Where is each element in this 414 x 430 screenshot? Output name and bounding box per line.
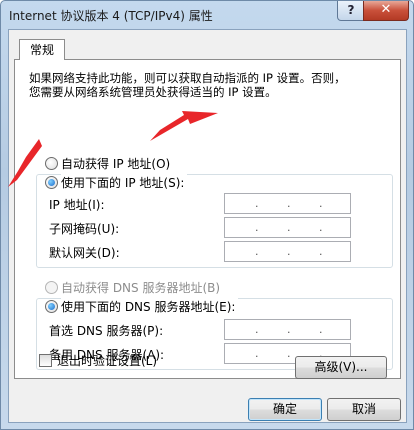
ip-auto-label[interactable]: 自动获得 IP 地址(O) — [61, 155, 170, 172]
advanced-button[interactable]: 高级(V)... — [295, 356, 387, 379]
dns-manual-radio[interactable] — [45, 300, 58, 313]
dns-auto-label[interactable]: 自动获得 DNS 服务器地址(B) — [61, 279, 220, 296]
description: 如果网络支持此功能，则可以获取自动指派的 IP 设置。否则， 您需要从网络系统管… — [29, 71, 346, 99]
subnet-mask-label: 子网掩码(U): — [49, 222, 120, 236]
ip-address-label: IP 地址(I): — [49, 198, 105, 212]
close-button[interactable]: ✕ — [363, 1, 409, 21]
dns-auto-radio[interactable] — [45, 281, 58, 294]
title-bar[interactable]: Internet 协议版本 4 (TCP/IPv4) 属性 ? ✕ — [1, 1, 413, 29]
preferred-dns-input[interactable]: ... — [224, 319, 351, 340]
tab-panel-general: 如果网络支持此功能，则可以获取自动指派的 IP 设置。否则， 您需要从网络系统管… — [14, 59, 401, 379]
validate-on-exit-label[interactable]: 退出时验证设置(L) — [57, 352, 157, 369]
window-title: Internet 协议版本 4 (TCP/IPv4) 属性 — [9, 9, 213, 23]
ip-manual-label[interactable]: 使用下面的 IP 地址(S): — [61, 174, 188, 191]
validate-on-exit-checkbox[interactable] — [39, 354, 52, 367]
description-line-2: 您需要从网络系统管理员处获得适当的 IP 设置。 — [29, 85, 277, 99]
default-gateway-label: 默认网关(D): — [49, 246, 120, 260]
dialog-window: Internet 协议版本 4 (TCP/IPv4) 属性 ? ✕ 常规 如果网… — [0, 0, 414, 430]
tab-general[interactable]: 常规 — [19, 39, 65, 60]
preferred-dns-label: 首选 DNS 服务器(P): — [49, 324, 164, 338]
ok-button[interactable]: 确定 — [248, 398, 322, 421]
ip-auto-radio[interactable] — [45, 157, 58, 170]
subnet-mask-input[interactable]: ... — [224, 217, 351, 238]
dns-manual-label[interactable]: 使用下面的 DNS 服务器地址(E): — [61, 298, 239, 315]
dialog-client: 常规 如果网络支持此功能，则可以获取自动指派的 IP 设置。否则， 您需要从网络… — [8, 29, 407, 423]
description-line-1: 如果网络支持此功能，则可以获取自动指派的 IP 设置。否则， — [29, 71, 346, 85]
default-gateway-input[interactable]: ... — [224, 241, 351, 262]
help-button[interactable]: ? — [337, 1, 365, 21]
cancel-button[interactable]: 取消 — [327, 398, 401, 421]
ip-manual-radio[interactable] — [45, 176, 58, 189]
ip-address-input[interactable]: ... — [224, 193, 351, 214]
